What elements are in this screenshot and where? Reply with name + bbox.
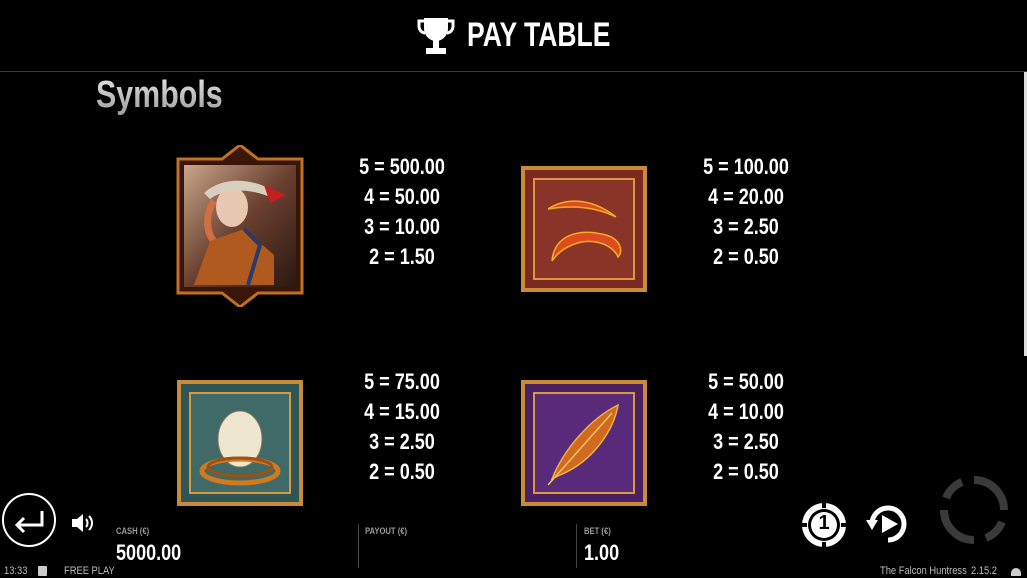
pay-4: 4 = 50.00 xyxy=(364,184,440,209)
pay-3: 3 = 2.50 xyxy=(713,429,779,454)
divider xyxy=(358,524,359,568)
version: 2.15.2 xyxy=(971,565,998,577)
pay-3: 3 = 2.50 xyxy=(369,429,435,454)
device-icon xyxy=(38,566,47,576)
pay-4: 4 = 15.00 xyxy=(364,399,440,424)
back-button[interactable] xyxy=(2,493,56,547)
clock: 13:33 xyxy=(4,565,28,577)
pay-3: 3 = 2.50 xyxy=(713,214,779,239)
bet-value: 1.00 xyxy=(584,540,620,565)
pay-4: 4 = 20.00 xyxy=(708,184,784,209)
divider xyxy=(576,524,577,568)
return-arrow-icon xyxy=(14,511,44,534)
pay-3: 3 = 10.00 xyxy=(364,214,440,239)
huntress-symbol xyxy=(176,145,304,307)
spin-button[interactable] xyxy=(940,476,1008,544)
egg-nest-symbol xyxy=(177,380,303,506)
play-mode: FREE PLAY xyxy=(64,565,115,577)
cash-value: 5000.00 xyxy=(116,540,182,565)
pay-2: 2 = 1.50 xyxy=(369,244,435,269)
pay-2: 2 = 0.50 xyxy=(713,244,779,269)
egg-nest-paytable: 5 = 75.00 4 = 15.00 3 = 2.50 2 = 0.50 xyxy=(353,367,451,487)
payout-label: PAYOUT (€) xyxy=(365,526,408,536)
pay-4: 4 = 10.00 xyxy=(708,399,784,424)
bet-display: BET (€) 1.00 xyxy=(584,526,627,566)
settings-icon[interactable] xyxy=(1011,568,1021,576)
orange-feather-paytable: 5 = 50.00 4 = 10.00 3 = 2.50 2 = 0.50 xyxy=(697,367,795,487)
pay-2: 2 = 0.50 xyxy=(713,459,779,484)
autoplay-button[interactable] xyxy=(864,500,912,548)
section-title-symbols: Symbols xyxy=(96,74,223,116)
bet-label: BET (€) xyxy=(584,526,611,536)
pay-table-header: PAY TABLE xyxy=(0,0,1027,72)
bet-level-button[interactable]: 1 xyxy=(800,501,848,549)
trophy-icon xyxy=(417,17,455,54)
pay-5: 5 = 500.00 xyxy=(359,154,445,179)
huntress-paytable: 5 = 500.00 4 = 50.00 3 = 10.00 2 = 1.50 xyxy=(353,152,451,272)
bet-level-value: 1 xyxy=(818,512,830,534)
page-title: PAY TABLE xyxy=(466,16,610,54)
pay-5: 5 = 50.00 xyxy=(708,369,784,394)
orange-feather-symbol xyxy=(521,380,647,506)
red-feathers-symbol xyxy=(521,166,647,292)
red-feathers-paytable: 5 = 100.00 4 = 20.00 3 = 2.50 2 = 0.50 xyxy=(697,152,795,272)
payout-display: PAYOUT (€) xyxy=(365,526,415,540)
game-name: The Falcon Huntress xyxy=(880,565,967,577)
pay-5: 5 = 100.00 xyxy=(703,154,789,179)
sound-icon[interactable] xyxy=(70,511,94,535)
cash-label: CASH (€) xyxy=(116,526,150,536)
pay-5: 5 = 75.00 xyxy=(364,369,440,394)
cash-display: CASH (€) 5000.00 xyxy=(116,526,196,566)
pay-2: 2 = 0.50 xyxy=(369,459,435,484)
